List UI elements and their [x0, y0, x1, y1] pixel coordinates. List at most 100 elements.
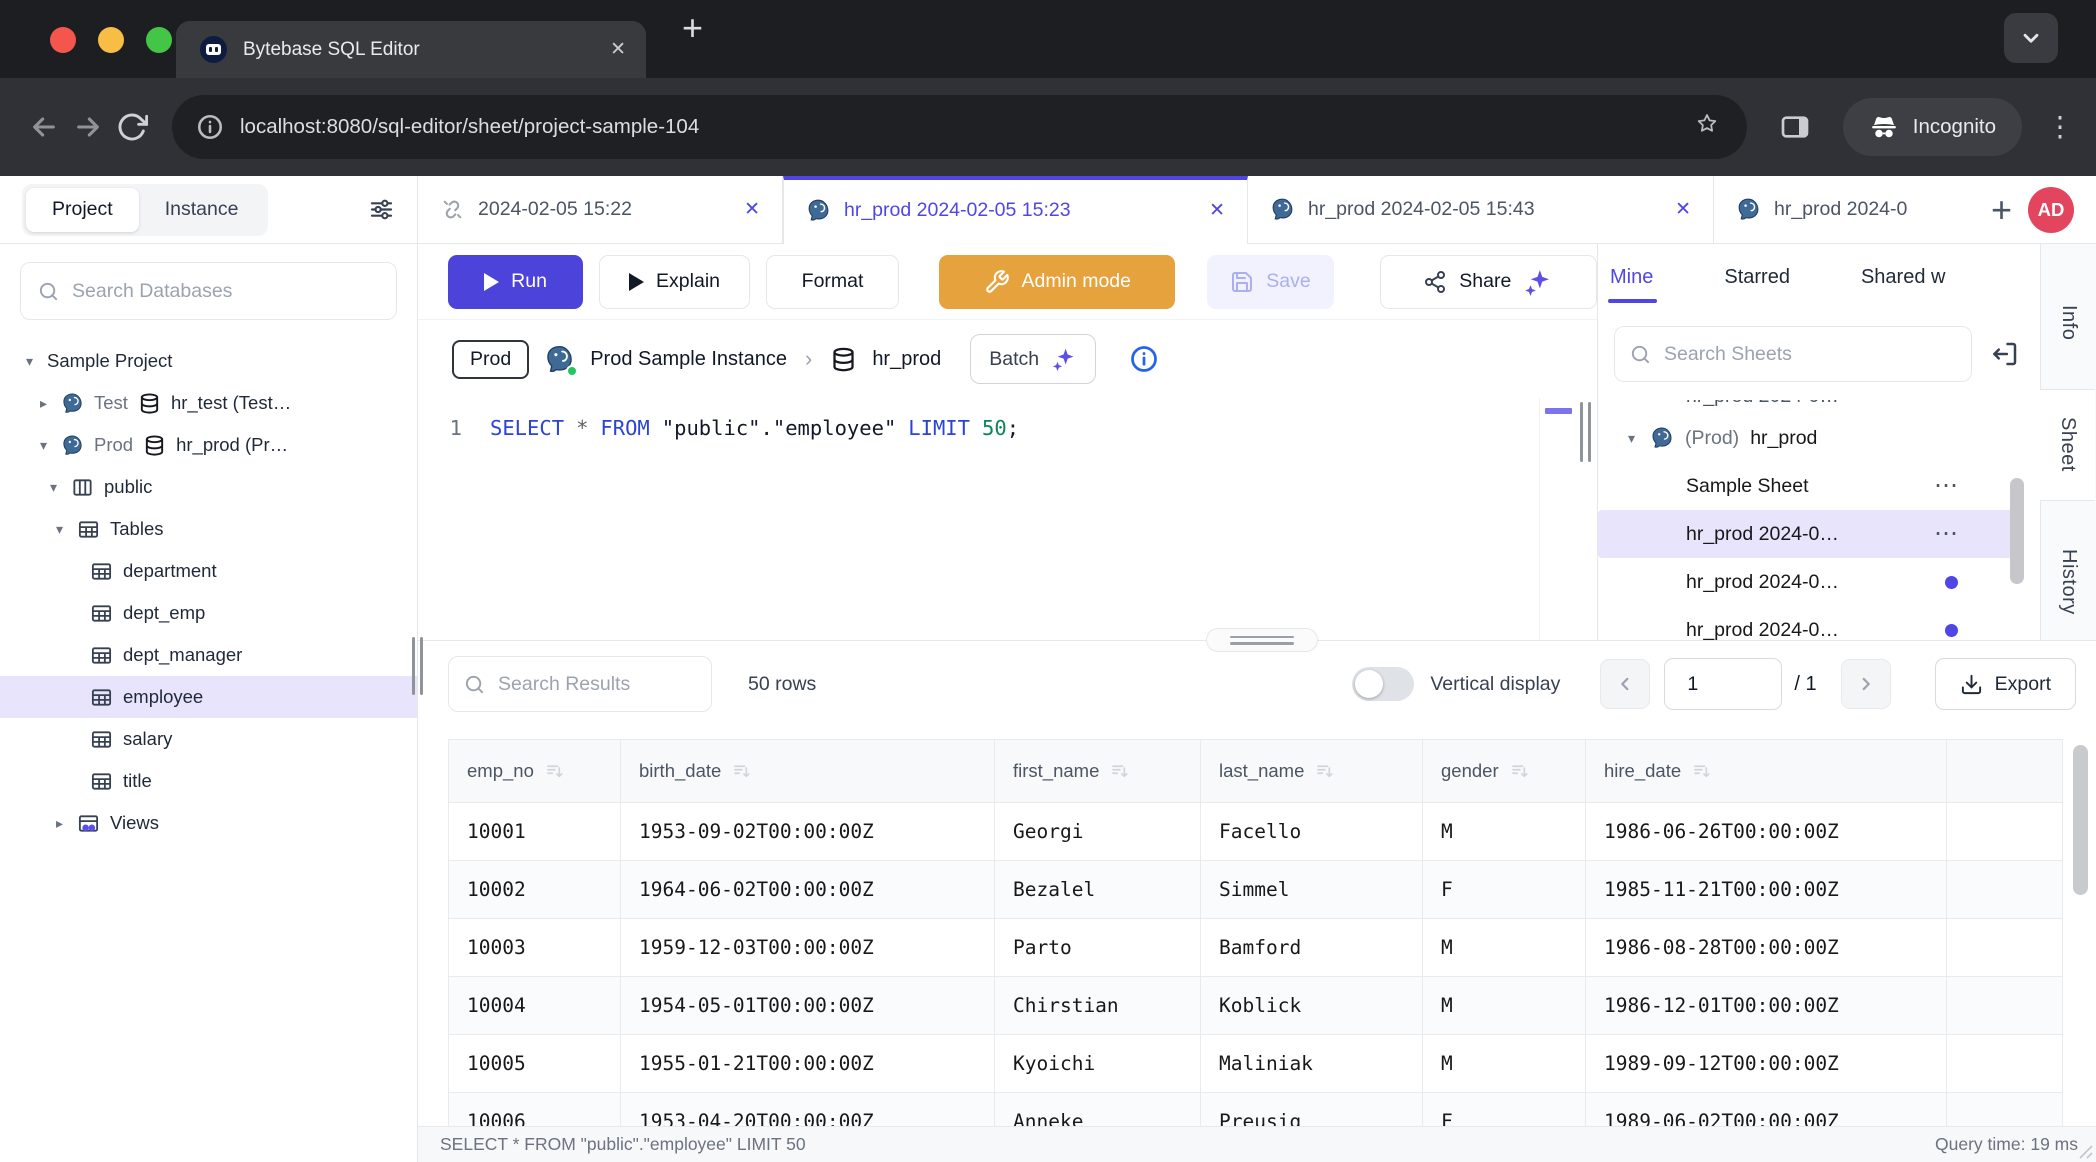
sort-icon[interactable]: [1509, 761, 1530, 782]
table-cell[interactable]: 1985-11-21T00:00:00Z: [1586, 861, 1947, 919]
tree-item-prod-database[interactable]: ▾ Prod hr_prod (Pr…: [0, 424, 417, 466]
window-minimize-button[interactable]: [98, 27, 124, 53]
table-cell[interactable]: Chirstian: [995, 977, 1201, 1035]
table-cell[interactable]: 1953-04-20T00:00:00Z: [621, 1093, 995, 1126]
column-header[interactable]: hire_date: [1586, 739, 1947, 803]
tree-item-table-salary[interactable]: salary: [0, 718, 417, 760]
column-header[interactable]: last_name: [1201, 739, 1423, 803]
tab-list-chevron-button[interactable]: [2004, 13, 2058, 63]
table-cell[interactable]: 10005: [449, 1035, 621, 1093]
close-icon[interactable]: ✕: [744, 198, 760, 221]
sheet-tab-3[interactable]: hr_prod 2024-02-05 15:43 ✕: [1248, 176, 1714, 243]
table-cell[interactable]: 1959-12-03T00:00:00Z: [621, 919, 995, 977]
table-cell[interactable]: Georgi: [995, 803, 1201, 861]
instance-name[interactable]: Prod Sample Instance: [590, 348, 787, 371]
filter-settings-icon[interactable]: [368, 196, 395, 223]
sort-icon[interactable]: [1109, 761, 1130, 782]
tab-instance[interactable]: Instance: [139, 188, 265, 232]
table-cell[interactable]: Bezalel: [995, 861, 1201, 919]
sheets-search[interactable]: [1614, 326, 1972, 382]
table-cell[interactable]: M: [1423, 1035, 1586, 1093]
tree-item-tables-group[interactable]: ▾ Tables: [0, 508, 417, 550]
rail-tab-history[interactable]: History: [2041, 525, 2096, 640]
run-button[interactable]: Run: [448, 255, 583, 309]
more-menu-icon[interactable]: ⋯: [1934, 474, 1960, 498]
table-cell[interactable]: 10003: [449, 919, 621, 977]
sheet-tab-4[interactable]: hr_prod 2024-0: [1714, 176, 1975, 243]
window-close-button[interactable]: [50, 27, 76, 53]
export-button[interactable]: Export: [1935, 658, 2076, 710]
sort-icon[interactable]: [1691, 761, 1712, 782]
sheet-item-sample-sheet[interactable]: Sample Sheet ⋯: [1598, 462, 2040, 510]
next-page-button[interactable]: [1841, 659, 1891, 709]
table-cell[interactable]: 10002: [449, 861, 621, 919]
chevron-down-icon[interactable]: ▾: [22, 353, 37, 370]
database-search-input[interactable]: [72, 280, 380, 303]
sheet-item-unsaved[interactable]: hr_prod 2024-0…: [1598, 606, 2040, 640]
batch-button[interactable]: Batch: [970, 334, 1096, 384]
forward-icon[interactable]: [72, 111, 104, 143]
table-cell[interactable]: Koblick: [1201, 977, 1423, 1035]
tree-item-project[interactable]: ▾ Sample Project: [0, 340, 417, 382]
sort-icon[interactable]: [544, 761, 565, 782]
url-text[interactable]: localhost:8080/sql-editor/sheet/project-…: [240, 115, 1679, 139]
database-search[interactable]: [20, 262, 397, 320]
database-name[interactable]: hr_prod: [872, 348, 941, 371]
table-cell[interactable]: Kyoichi: [995, 1035, 1201, 1093]
browser-menu-icon[interactable]: ⋮: [2046, 113, 2068, 141]
chevron-right-icon[interactable]: ▸: [36, 395, 51, 412]
results-search-input[interactable]: [498, 673, 697, 696]
table-cell[interactable]: 1986-08-28T00:00:00Z: [1586, 919, 1947, 977]
chevron-right-icon[interactable]: ▸: [52, 815, 67, 832]
new-tab-button[interactable]: +: [682, 10, 703, 46]
close-icon[interactable]: ✕: [1209, 199, 1225, 222]
table-cell[interactable]: 1986-12-01T00:00:00Z: [1586, 977, 1947, 1035]
sheet-tab-2-active[interactable]: hr_prod 2024-02-05 15:23 ✕: [783, 176, 1248, 244]
user-avatar[interactable]: AD: [2028, 187, 2074, 233]
table-cell[interactable]: 1964-06-02T00:00:00Z: [621, 861, 995, 919]
vertical-display-toggle[interactable]: [1352, 667, 1414, 701]
chevron-down-icon[interactable]: ▾: [1624, 430, 1639, 447]
save-button[interactable]: Save: [1207, 255, 1333, 309]
table-cell[interactable]: F: [1423, 1093, 1586, 1126]
back-icon[interactable]: [28, 111, 60, 143]
table-cell[interactable]: 1955-01-21T00:00:00Z: [621, 1035, 995, 1093]
sheet-tab-1[interactable]: 2024-02-05 15:22 ✕: [418, 176, 783, 243]
browser-tab-close-icon[interactable]: ✕: [610, 38, 626, 61]
browser-tab[interactable]: Bytebase SQL Editor ✕: [176, 21, 646, 78]
reload-icon[interactable]: [116, 111, 148, 143]
table-cell[interactable]: M: [1423, 803, 1586, 861]
table-cell[interactable]: 1986-06-26T00:00:00Z: [1586, 803, 1947, 861]
editor-minimap[interactable]: [1539, 398, 1577, 640]
tree-item-table-dept-manager[interactable]: dept_manager: [0, 634, 417, 676]
add-sheet-button[interactable]: +: [1991, 192, 2012, 228]
column-header[interactable]: gender: [1423, 739, 1586, 803]
format-button[interactable]: Format: [766, 255, 899, 309]
site-info-icon[interactable]: [196, 113, 224, 141]
sheets-group-hr-prod[interactable]: ▾ (Prod) hr_prod: [1598, 414, 2040, 462]
tab-mine[interactable]: Mine: [1610, 266, 1653, 289]
resize-grip-icon[interactable]: [2071, 1137, 2095, 1161]
table-cell[interactable]: 10001: [449, 803, 621, 861]
import-sheet-icon[interactable]: [1990, 339, 2020, 369]
table-cell[interactable]: Anneke: [995, 1093, 1201, 1126]
scrollbar-thumb[interactable]: [2010, 478, 2024, 584]
table-cell[interactable]: 10006: [449, 1093, 621, 1126]
admin-mode-button[interactable]: Admin mode: [939, 255, 1175, 309]
chevron-down-icon[interactable]: ▾: [36, 437, 51, 454]
url-bar[interactable]: localhost:8080/sql-editor/sheet/project-…: [172, 95, 1747, 159]
sort-icon[interactable]: [731, 761, 752, 782]
explain-button[interactable]: Explain: [599, 255, 750, 309]
table-cell[interactable]: 1954-05-01T00:00:00Z: [621, 977, 995, 1035]
info-icon[interactable]: [1129, 344, 1159, 374]
table-cell[interactable]: 1989-09-12T00:00:00Z: [1586, 1035, 1947, 1093]
sidebar-resize-handle[interactable]: [412, 637, 423, 695]
tab-starred[interactable]: Starred: [1724, 266, 1790, 289]
table-cell[interactable]: 1953-09-02T00:00:00Z: [621, 803, 995, 861]
table-cell[interactable]: Facello: [1201, 803, 1423, 861]
tree-item-table-employee[interactable]: employee: [0, 676, 417, 718]
sql-editor[interactable]: 1 SELECT*FROM"public"."employee"LIMIT50;: [418, 398, 1597, 640]
tree-item-schema-public[interactable]: ▾ public: [0, 466, 417, 508]
table-cell[interactable]: F: [1423, 861, 1586, 919]
window-zoom-button[interactable]: [146, 27, 172, 53]
